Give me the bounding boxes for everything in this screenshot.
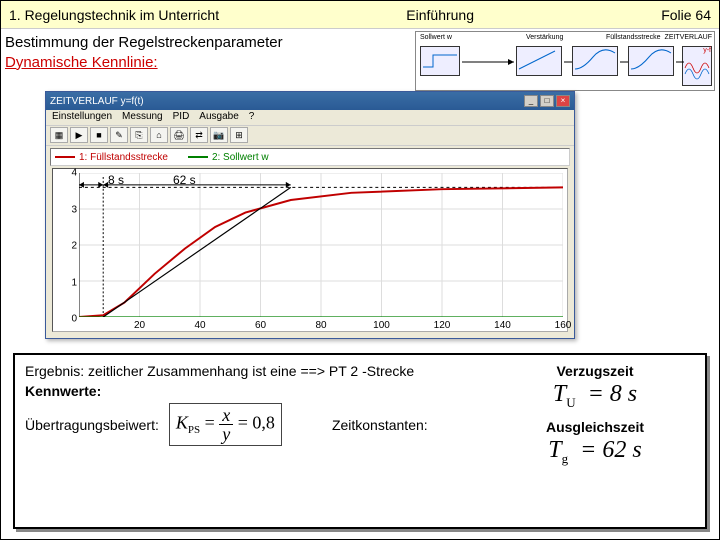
tool-btn-1[interactable]: ▦ xyxy=(50,127,68,143)
ausgleich-label: Ausgleichszeit xyxy=(495,419,695,435)
legend-text-1: 1: Füllstandsstrecke xyxy=(79,152,168,163)
annotation-tg: 62 s xyxy=(173,173,196,187)
tool-btn-10[interactable]: ⊞ xyxy=(230,127,248,143)
uebertrag-label: Übertragungsbeiwert: xyxy=(25,417,159,433)
window-titlebar[interactable]: ZEITVERLAUF y=f(t) _ □ × xyxy=(46,92,574,110)
legend-swatch-1 xyxy=(55,156,75,158)
tool-btn-5[interactable]: ⎘ xyxy=(130,127,148,143)
plot-area: 01234 20406080100120140160 8 s 62 s xyxy=(52,168,568,332)
verzug-formula: TU = 8 s xyxy=(495,381,695,411)
plot-window: ZEITVERLAUF y=f(t) _ □ × Einstellungen M… xyxy=(45,91,575,339)
close-button[interactable]: × xyxy=(556,95,570,107)
tool-btn-9[interactable]: 📷 xyxy=(210,127,228,143)
tool-btn-8[interactable]: ⇄ xyxy=(190,127,208,143)
header-center: Einführung xyxy=(219,7,661,23)
menu-pid[interactable]: PID xyxy=(173,111,190,124)
window-title: ZEITVERLAUF y=f(t) xyxy=(50,96,522,107)
toolbar: ▦ ▶ ■ ✎ ⎘ ⌂ 🖨 ⇄ 📷 ⊞ xyxy=(46,126,574,146)
header-right: Folie 64 xyxy=(661,7,711,23)
kps-formula: KPS = xy = 0,8 xyxy=(169,403,282,446)
y-axis: 01234 xyxy=(55,169,79,331)
menu-ausgabe[interactable]: Ausgabe xyxy=(199,111,238,124)
legend-text-2: 2: Sollwert w xyxy=(212,152,269,163)
legend-swatch-2 xyxy=(188,156,208,158)
menu-einstellungen[interactable]: Einstellungen xyxy=(52,111,112,124)
menu-messung[interactable]: Messung xyxy=(122,111,163,124)
block-diagram: Sollwert w Verstärkung Füllstandsstrecke… xyxy=(415,31,715,91)
annotation-tu: 8 s xyxy=(108,173,124,187)
zeitkonst-label: Zeitkonstanten: xyxy=(332,417,428,433)
verzug-label: Verzugszeit xyxy=(495,363,695,379)
tool-btn-7[interactable]: 🖨 xyxy=(170,127,188,143)
tool-btn-2[interactable]: ▶ xyxy=(70,127,88,143)
plot-legend: 1: Füllstandsstrecke 2: Sollwert w xyxy=(50,148,570,166)
result-box: Ergebnis: zeitlicher Zusammenhang ist ei… xyxy=(13,353,707,529)
kennwerte-label: Kennwerte: xyxy=(25,383,101,399)
ausgleich-formula: Tg = 62 s xyxy=(495,437,695,467)
menubar: Einstellungen Messung PID Ausgabe ? xyxy=(46,110,574,126)
maximize-button[interactable]: □ xyxy=(540,95,554,107)
x-axis: 20406080100120140160 xyxy=(79,317,563,331)
plot-svg xyxy=(79,173,563,317)
tool-btn-6[interactable]: ⌂ xyxy=(150,127,168,143)
tool-btn-4[interactable]: ✎ xyxy=(110,127,128,143)
tool-btn-3[interactable]: ■ xyxy=(90,127,108,143)
header-left: 1. Regelungstechnik im Unterricht xyxy=(9,7,219,23)
minimize-button[interactable]: _ xyxy=(524,95,538,107)
menu-help[interactable]: ? xyxy=(249,111,255,124)
